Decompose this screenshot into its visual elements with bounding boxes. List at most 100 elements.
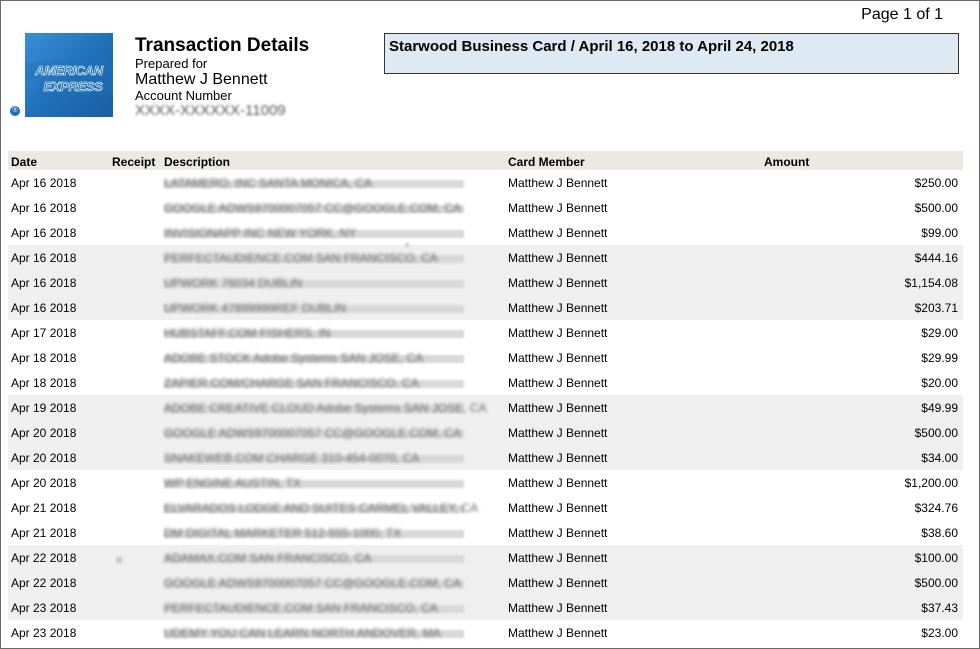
cell-receipt bbox=[109, 245, 161, 270]
cell-amount: $23.00 bbox=[921, 625, 958, 640]
cell-card-member: Matthew J Bennett bbox=[505, 395, 761, 420]
table-row: Apr 21 2018 DM DIGITAL MARKETER 512-555-1… bbox=[8, 520, 963, 545]
cell-card-member: Matthew J Bennett bbox=[505, 445, 761, 470]
cell-receipt bbox=[109, 520, 161, 545]
table-row: Apr 16 2018 LATAMERO, INC SANTA MONICA, C… bbox=[8, 170, 963, 195]
cell-date: Apr 16 2018 bbox=[11, 175, 77, 190]
description-text: ADOBE STOCK Adobe Systems SAN JOSE, CA bbox=[164, 350, 424, 365]
cell-description: UDEMY YOU CAN LEARN NORTH ANDOVER, MA bbox=[161, 620, 505, 645]
cell-date: Apr 17 2018 bbox=[11, 325, 77, 340]
cell-amount: $500.00 bbox=[761, 570, 963, 595]
description-text: SNAKEWEB.COM CHARGE 310-454-0070, CA bbox=[164, 450, 420, 465]
cell-card-member: Matthew J Bennett bbox=[508, 350, 608, 365]
cell-description: WP ENGINE AUSTIN, TX bbox=[161, 470, 505, 495]
cell-receipt bbox=[109, 320, 161, 345]
cell-amount: $100.00 bbox=[761, 545, 963, 570]
cell-amount: $324.76 bbox=[914, 500, 958, 515]
logo-word-express: EXPRESS bbox=[43, 79, 103, 95]
cell-card-member: Matthew J Bennett bbox=[505, 295, 761, 320]
description-redacted: PERFECTAUDIENCE.COM SAN FRANCISCO, CA bbox=[164, 601, 464, 615]
cell-description: ADAMAX.COM SAN FRANCISCO, CA bbox=[161, 545, 505, 570]
col-card-member: Card Member bbox=[505, 151, 761, 170]
description-redacted: SNAKEWEB.COM CHARGE 310-454-0070, CA bbox=[164, 451, 464, 465]
cell-receipt bbox=[109, 495, 161, 520]
description-redacted: ELVARADOS LODGE AND SUITES CARMEL VALLEY… bbox=[164, 501, 478, 515]
col-description: Description bbox=[161, 151, 505, 170]
cell-date: Apr 16 2018 bbox=[11, 200, 77, 215]
table-row: Apr 23 2018 UDEMY YOU CAN LEARN NORTH AND… bbox=[8, 620, 963, 645]
cell-date: Apr 20 2018 bbox=[8, 445, 109, 470]
col-amount: Amount bbox=[761, 151, 963, 170]
cell-amount: $250.00 bbox=[914, 175, 958, 190]
table-row: Apr 16 2018 GOOGLE ADWS9700007057 CC@GOOG… bbox=[8, 195, 963, 220]
table-row: Apr 22 2018 ADAMAX.COM SAN FRANCISCO, CA M… bbox=[8, 545, 963, 570]
cell-date: Apr 21 2018 bbox=[11, 500, 77, 515]
cell-description: ADOBE STOCK Adobe Systems SAN JOSE, CA bbox=[161, 345, 505, 370]
description-text: GOOGLE ADWS9700007057 CC@GOOGLE.COM, CA bbox=[164, 425, 461, 440]
table-row: Apr 20 2018 GOOGLE ADWS9700007057 CC@GOOG… bbox=[8, 420, 963, 445]
table-row: Apr 20 2018 SNAKEWEB.COM CHARGE 310-454-0… bbox=[8, 445, 963, 470]
cell-card-member: Matthew J Bennett bbox=[505, 420, 761, 445]
logo-word-american: AMERICAN bbox=[35, 63, 104, 79]
cell-receipt bbox=[109, 445, 161, 470]
cell-card-member: Matthew J Bennett bbox=[508, 375, 608, 390]
scan-smudge bbox=[116, 557, 122, 563]
col-date: Date bbox=[8, 151, 109, 170]
cell-date: Apr 23 2018 bbox=[8, 595, 109, 620]
cell-amount: $38.60 bbox=[921, 525, 958, 540]
table-header-row: Date Receipt Description Card Member Amo… bbox=[8, 151, 963, 170]
description-redacted: ZAPIER.COM/CHARGE SAN FRANCISCO, CA bbox=[164, 376, 464, 390]
cell-amount: $500.00 bbox=[914, 200, 958, 215]
cell-description: LATAMERO, INC SANTA MONICA, CA bbox=[161, 170, 505, 195]
cell-description: DM DIGITAL MARKETER 512-555-1000, TX bbox=[161, 520, 505, 545]
cell-card-member: Matthew J Bennett bbox=[505, 570, 761, 595]
cell-receipt bbox=[109, 570, 161, 595]
cell-date: Apr 19 2018 bbox=[8, 395, 109, 420]
cell-description: ELVARADOS LODGE AND SUITES CARMEL VALLEY… bbox=[161, 495, 505, 520]
description-redacted: ADOBE STOCK Adobe Systems SAN JOSE, CA bbox=[164, 351, 464, 365]
cell-description: UPWORK 76034 DUBLIN bbox=[161, 270, 505, 295]
cell-amount: $500.00 bbox=[761, 420, 963, 445]
cell-receipt bbox=[109, 345, 161, 370]
table-row: Apr 22 2018 GOOGLE ADWS9700007057 CC@GOOG… bbox=[8, 570, 963, 595]
description-text: PERFECTAUDIENCE.COM SAN FRANCISCO, CA bbox=[164, 250, 438, 265]
cell-amount: $1,154.08 bbox=[761, 270, 963, 295]
cell-card-member: Matthew J Bennett bbox=[505, 270, 761, 295]
description-text: ADAMAX.COM SAN FRANCISCO, CA bbox=[164, 550, 372, 565]
description-text: UDEMY YOU CAN LEARN NORTH ANDOVER, MA bbox=[164, 625, 441, 640]
cell-amount: $37.43 bbox=[761, 595, 963, 620]
header-block: Transaction Details Prepared for Matthew… bbox=[135, 35, 309, 119]
scan-smudge bbox=[405, 243, 409, 247]
document-title: Transaction Details bbox=[135, 35, 310, 56]
description-redacted: WP ENGINE AUSTIN, TX bbox=[164, 476, 464, 490]
description-redacted: PERFECTAUDIENCE.COM SAN FRANCISCO, CA bbox=[164, 251, 464, 265]
cell-receipt bbox=[109, 470, 161, 495]
cell-description: UPWORK 47899999REF DUBLIN bbox=[161, 295, 505, 320]
description-redacted: ADAMAX.COM SAN FRANCISCO, CA bbox=[164, 551, 464, 565]
col-receipt: Receipt bbox=[109, 151, 161, 170]
cell-receipt bbox=[109, 395, 161, 420]
cell-description: INVISIONAPP INC NEW YORK, NY bbox=[161, 220, 505, 245]
cell-amount: $1,200.00 bbox=[904, 475, 958, 490]
cell-date: Apr 20 2018 bbox=[8, 420, 109, 445]
cell-amount: $20.00 bbox=[921, 375, 958, 390]
description-text: ADOBE CREATIVE CLOUD Adobe Systems SAN J… bbox=[164, 400, 487, 415]
cell-receipt bbox=[109, 420, 161, 445]
description-redacted: LATAMERO, INC SANTA MONICA, CA bbox=[164, 176, 464, 190]
cell-description: GOOGLE ADWS9700007057 CC@GOOGLE.COM, CA bbox=[161, 195, 505, 220]
table-row: Apr 17 2018 HUBSTAFF.COM FISHERS, IN Matth… bbox=[8, 320, 963, 345]
description-text: UPWORK 47899999REF DUBLIN bbox=[164, 300, 347, 315]
description-redacted: GOOGLE ADWS9700007057 CC@GOOGLE.COM, CA bbox=[164, 201, 464, 215]
cell-card-member: Matthew J Bennett bbox=[508, 500, 608, 515]
cell-description: HUBSTAFF.COM FISHERS, IN bbox=[161, 320, 505, 345]
cell-receipt bbox=[109, 195, 161, 220]
cell-description: GOOGLE ADWS9700007057 CC@GOOGLE.COM, CA bbox=[161, 420, 505, 445]
cell-amount: $49.99 bbox=[761, 395, 963, 420]
cell-description: PERFECTAUDIENCE.COM SAN FRANCISCO, CA bbox=[161, 595, 505, 620]
transactions-table: Date Receipt Description Card Member Amo… bbox=[8, 151, 963, 645]
cell-card-member: Matthew J Bennett bbox=[505, 545, 761, 570]
cell-card-member: Matthew J Bennett bbox=[505, 245, 761, 270]
description-text: INVISIONAPP INC NEW YORK, NY bbox=[164, 225, 357, 240]
description-redacted: GOOGLE ADWS9700007057 CC@GOOGLE.COM, CA bbox=[164, 576, 464, 590]
table-row: Apr 18 2018 ADOBE STOCK Adobe Systems SAN… bbox=[8, 345, 963, 370]
